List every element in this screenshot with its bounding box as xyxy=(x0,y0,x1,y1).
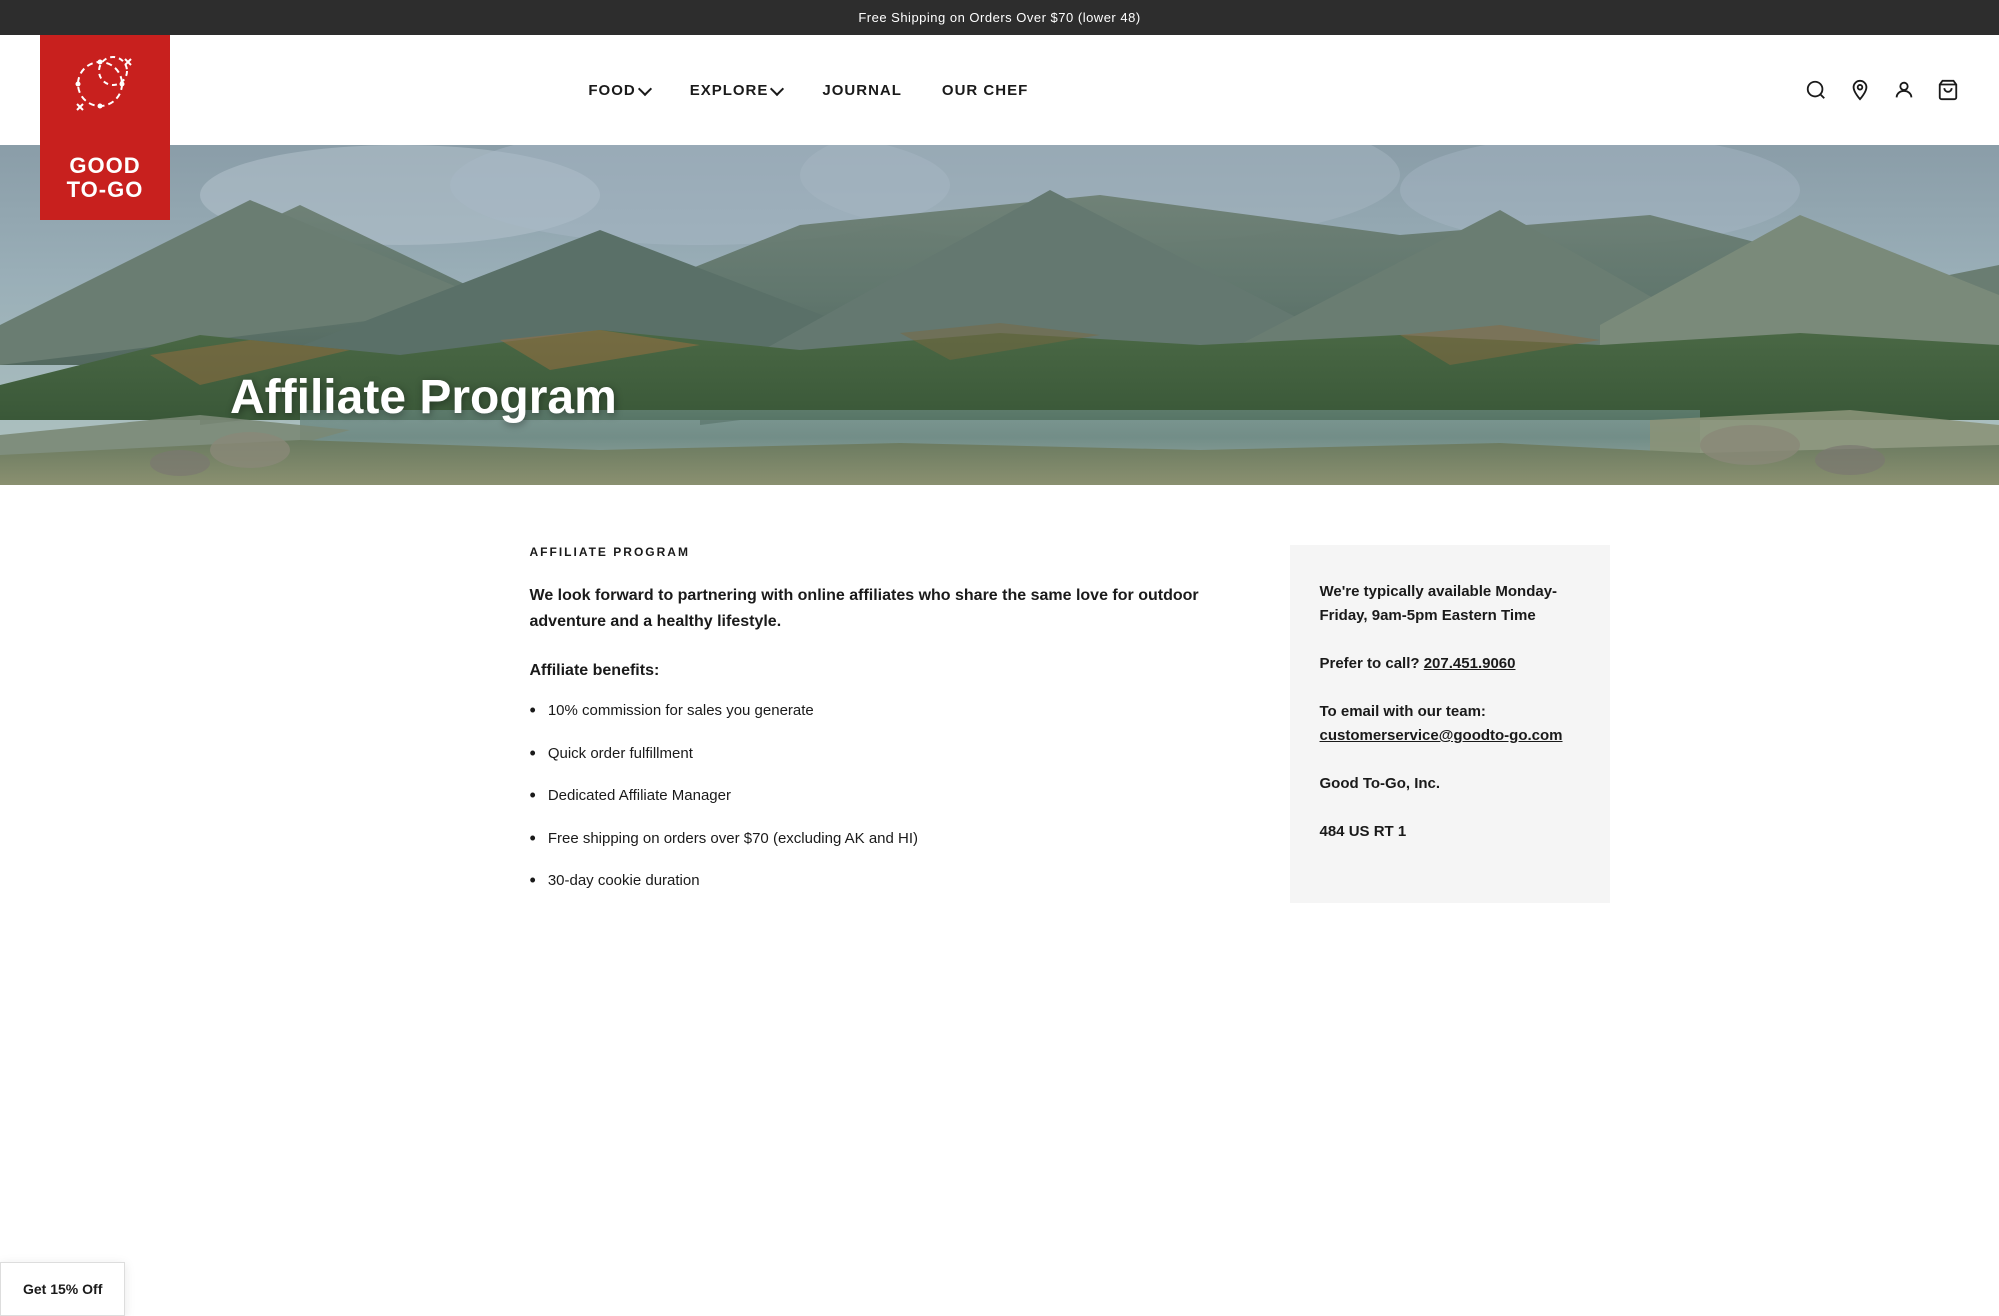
location-button[interactable] xyxy=(1849,79,1871,101)
floating-popup[interactable]: Get 15% Off xyxy=(0,1262,125,1316)
bullet-icon: • xyxy=(530,700,536,722)
benefit-item: • Free shipping on orders over $70 (excl… xyxy=(530,828,1230,851)
bullet-icon: • xyxy=(530,785,536,807)
main-content: AFFILIATE PROGRAM We look forward to par… xyxy=(300,485,1700,973)
content-sidebar: We're typically available Monday-Friday,… xyxy=(1290,545,1610,903)
hero-title: Affiliate Program xyxy=(230,370,617,425)
benefit-item: • Quick order fulfillment xyxy=(530,743,1230,766)
phone-text: Prefer to call? 207.451.9060 xyxy=(1320,652,1580,676)
logo-container[interactable]: GOODTO-GO xyxy=(40,35,170,220)
hero-section: Affiliate Program xyxy=(0,145,1999,485)
email-label: To email with our team: xyxy=(1320,703,1486,720)
phone-link[interactable]: 207.451.9060 xyxy=(1424,655,1516,672)
availability-text: We're typically available Monday-Friday,… xyxy=(1320,580,1580,628)
header-icons xyxy=(1805,79,1959,101)
email-link[interactable]: customerservice@goodto-go.com xyxy=(1320,727,1563,744)
banner-text: Free Shipping on Orders Over $70 (lower … xyxy=(858,10,1140,25)
nav-our-chef[interactable]: OUR CHEF xyxy=(942,82,1028,99)
benefits-title: Affiliate benefits: xyxy=(530,662,1230,680)
bullet-icon: • xyxy=(530,743,536,765)
popup-label: Get 15% Off xyxy=(23,1281,102,1297)
logo-icon xyxy=(65,49,145,124)
email-text: To email with our team: customerservice@… xyxy=(1320,700,1580,748)
benefit-text: Quick order fulfillment xyxy=(548,743,693,766)
benefit-text: 10% commission for sales you generate xyxy=(548,700,814,723)
main-nav: FOOD EXPLORE JOURNAL OUR CHEF xyxy=(428,82,1028,99)
benefit-text: Dedicated Affiliate Manager xyxy=(548,785,731,808)
nav-food[interactable]: FOOD xyxy=(588,82,649,99)
logo-text: GOODTO-GO xyxy=(67,154,144,202)
benefit-item: • 10% commission for sales you generate xyxy=(530,700,1230,723)
logo-box: GOODTO-GO xyxy=(40,35,170,220)
top-banner: Free Shipping on Orders Over $70 (lower … xyxy=(0,0,1999,35)
section-label: AFFILIATE PROGRAM xyxy=(530,545,1230,559)
benefit-item: • 30-day cookie duration xyxy=(530,870,1230,893)
search-button[interactable] xyxy=(1805,79,1827,101)
benefit-item: • Dedicated Affiliate Manager xyxy=(530,785,1230,808)
account-button[interactable] xyxy=(1893,79,1915,101)
company-text: Good To-Go, Inc. xyxy=(1320,772,1580,796)
nav-journal[interactable]: JOURNAL xyxy=(822,82,902,99)
address-text: 484 US RT 1 xyxy=(1320,820,1580,844)
intro-text: We look forward to partnering with onlin… xyxy=(530,583,1230,634)
benefit-text: 30-day cookie duration xyxy=(548,870,700,893)
explore-chevron-icon xyxy=(770,81,784,95)
content-left: AFFILIATE PROGRAM We look forward to par… xyxy=(530,545,1230,913)
cart-button[interactable] xyxy=(1937,79,1959,101)
nav-explore[interactable]: EXPLORE xyxy=(690,82,783,99)
bullet-icon: • xyxy=(530,870,536,892)
phone-label: Prefer to call? xyxy=(1320,655,1420,672)
benefit-text: Free shipping on orders over $70 (exclud… xyxy=(548,828,918,851)
food-chevron-icon xyxy=(638,81,652,95)
bullet-icon: • xyxy=(530,828,536,850)
header: GOODTO-GO FOOD EXPLORE JOURNAL OUR CHEF xyxy=(0,35,1999,145)
